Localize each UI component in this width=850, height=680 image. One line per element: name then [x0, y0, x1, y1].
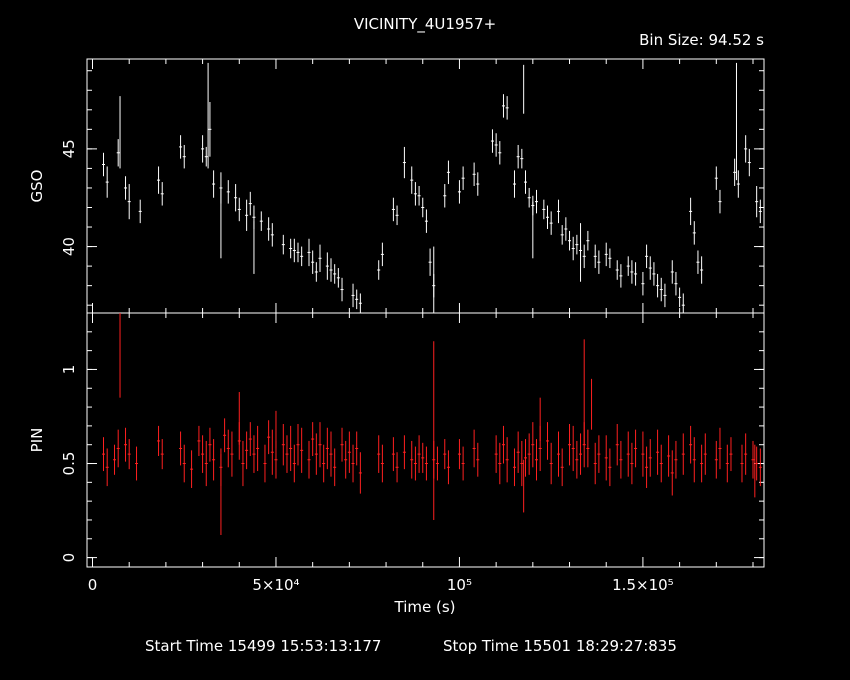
time-xtick-label: 5×10⁴: [252, 576, 299, 594]
bin-size-label: Bin Size: 94.52 s: [639, 31, 764, 49]
light-curve-chart: VICINITY_4U1957+ Bin Size: 94.52 s 4045 …: [28, 15, 765, 655]
time-axis-label: Time (s): [394, 598, 456, 616]
pin-ytick-label: 0.5: [60, 452, 78, 476]
pin-ytick-label: 1: [60, 365, 78, 375]
pin-y-axis: 00.51: [60, 312, 764, 563]
pin-series: [102, 313, 762, 536]
chart-title: VICINITY_4U1957+: [354, 15, 496, 34]
pin-ytick-label: 0: [60, 553, 78, 563]
pin-axis-label: PIN: [28, 428, 46, 453]
gso-axis-label: GSO: [28, 170, 46, 203]
gso-ytick-label: 45: [60, 139, 78, 158]
stop-time-label: Stop Time 15501 18:29:27:835: [443, 637, 677, 655]
time-xtick-label: 0: [88, 576, 98, 594]
start-time-label: Start Time 15499 15:53:13:177: [145, 637, 381, 655]
gso-ytick-label: 40: [60, 237, 78, 256]
gso-series: [102, 62, 762, 313]
pin-panel-frame: [86, 312, 765, 568]
time-xtick-label: 10⁵: [447, 576, 472, 594]
time-xtick-label: 1.5×10⁵: [612, 576, 674, 594]
gso-panel-frame: [86, 58, 765, 314]
time-x-axis: 0 5×10⁴ 10⁵ 1.5×10⁵: [88, 59, 754, 594]
